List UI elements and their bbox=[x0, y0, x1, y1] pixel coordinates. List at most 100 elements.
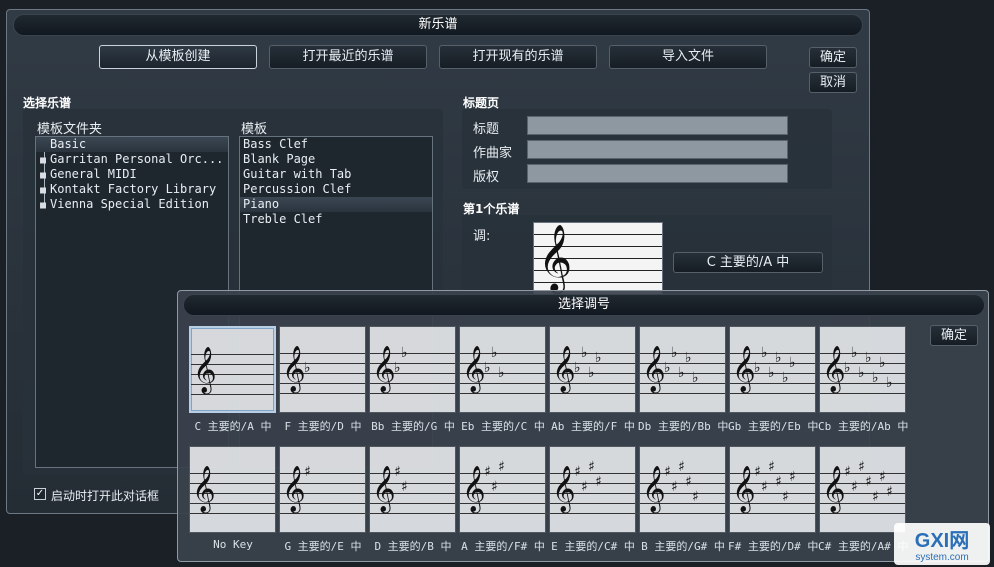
template-item[interactable]: Percussion Clef bbox=[240, 182, 432, 197]
folder-item[interactable]: Basic bbox=[36, 137, 228, 152]
cancel-button[interactable]: 取消 bbox=[809, 72, 857, 93]
flat-icon: ♭ bbox=[581, 345, 588, 361]
staff-line bbox=[280, 513, 365, 514]
key-option-sharp-3[interactable]: 𝄞 ♯ ♯ ♯ bbox=[459, 446, 546, 533]
key-option-flat-0[interactable]: 𝄞 bbox=[189, 326, 276, 413]
template-item[interactable]: Treble Clef bbox=[240, 212, 432, 227]
sharp-icon: ♯ bbox=[671, 479, 678, 495]
flat-icon: ♭ bbox=[692, 370, 699, 386]
staff-line bbox=[191, 394, 274, 395]
flat-icon: ♭ bbox=[304, 360, 311, 376]
treble-clef-icon: 𝄞 bbox=[822, 346, 846, 392]
flat-icon: ♭ bbox=[886, 375, 893, 391]
flat-icon: ♭ bbox=[498, 365, 505, 381]
key-option-sharp-1[interactable]: 𝄞 ♯ bbox=[279, 446, 366, 533]
sharp-icon: ♯ bbox=[851, 479, 858, 495]
folder-item[interactable]: ■ General MIDI bbox=[36, 167, 228, 182]
treble-clef-icon: 𝄞 bbox=[642, 346, 666, 392]
key-option-sharp-2[interactable]: 𝄞 ♯ ♯ bbox=[369, 446, 456, 533]
key-option-flat-3[interactable]: 𝄞 ♭ ♭ ♭ bbox=[459, 326, 546, 413]
startup-checkbox-label: 启动时打开此对话框 bbox=[51, 489, 160, 503]
tab-import-file[interactable]: 导入文件 bbox=[609, 45, 767, 69]
flat-icon: ♭ bbox=[588, 365, 595, 381]
flat-icon: ♭ bbox=[761, 345, 768, 361]
expand-icon[interactable]: ■ bbox=[40, 168, 46, 182]
treble-clef-icon: 𝄞 bbox=[462, 466, 486, 512]
treble-clef-icon: 𝄞 bbox=[822, 466, 846, 512]
key-option-flat-5[interactable]: 𝄞 ♭ ♭ ♭ ♭ ♭ bbox=[639, 326, 726, 413]
key-preview-staff[interactable]: 𝄞 bbox=[533, 222, 663, 300]
svg-text:GXI网: GXI网 bbox=[915, 530, 969, 552]
key-option-sharp-4[interactable]: 𝄞 ♯ ♯ ♯ ♯ bbox=[549, 446, 636, 533]
flat-icon: ♭ bbox=[851, 345, 858, 361]
treble-clef-icon: 𝄞 bbox=[372, 346, 396, 392]
expand-icon[interactable]: ■ bbox=[40, 183, 46, 197]
tab-open-existing[interactable]: 打开现有的乐谱 bbox=[439, 45, 597, 69]
treble-clef-icon: 𝄞 bbox=[642, 466, 666, 512]
treble-clef-icon: 𝄞 bbox=[193, 347, 217, 393]
folder-item[interactable]: ■ Vienna Special Edition bbox=[36, 197, 228, 212]
folder-item[interactable]: ■ Garritan Personal Orc... bbox=[36, 152, 228, 167]
watermark-logo: GXI网 system.com bbox=[894, 523, 990, 565]
sharp-icon: ♯ bbox=[491, 479, 498, 495]
sharp-icon: ♯ bbox=[685, 474, 692, 490]
key-signature-dialog: 选择调号 确定 𝄞 C 主要的/A 中 𝄞 ♭ F 主要的/D 中 𝄞 ♭ ♭ Bb 主要的/G… bbox=[177, 290, 989, 562]
sharp-icon: ♯ bbox=[664, 464, 671, 480]
key-signature-button[interactable]: C 主要的/A 中 bbox=[673, 252, 823, 273]
sharp-icon: ♯ bbox=[768, 459, 775, 475]
staff-line bbox=[550, 513, 635, 514]
template-item[interactable]: Piano bbox=[240, 197, 432, 212]
sharp-icon: ♯ bbox=[394, 464, 401, 480]
title-field[interactable] bbox=[527, 116, 788, 135]
sharp-icon: ♯ bbox=[754, 464, 761, 480]
tab-create-from-template[interactable]: 从模板创建 bbox=[99, 45, 257, 69]
sharp-icon: ♯ bbox=[858, 459, 865, 475]
treble-clef-icon: 𝄞 bbox=[732, 346, 756, 392]
template-item[interactable]: Guitar with Tab bbox=[240, 167, 432, 182]
expand-icon[interactable]: ■ bbox=[40, 198, 46, 212]
sharp-icon: ♯ bbox=[484, 464, 491, 480]
key-option-sharp-7[interactable]: 𝄞 ♯ ♯ ♯ ♯ ♯ ♯ ♯ bbox=[819, 446, 906, 533]
key-option-sharp-5[interactable]: 𝄞 ♯ ♯ ♯ ♯ ♯ bbox=[639, 446, 726, 533]
sharp-icon: ♯ bbox=[879, 469, 886, 485]
flat-icon: ♭ bbox=[754, 360, 761, 376]
key-option-flat-6[interactable]: 𝄞 ♭ ♭ ♭ ♭ ♭ ♭ bbox=[729, 326, 816, 413]
treble-clef-icon: 𝄞 bbox=[552, 346, 576, 392]
composer-field[interactable] bbox=[527, 140, 788, 159]
staff-line bbox=[190, 513, 275, 514]
key-option-flat-1[interactable]: 𝄞 ♭ bbox=[279, 326, 366, 413]
expand-icon[interactable]: ■ bbox=[40, 153, 46, 167]
key-option-label: B 主要的/G# 中 bbox=[641, 540, 725, 553]
flat-icon: ♭ bbox=[574, 360, 581, 376]
key-option-label: No Key bbox=[213, 538, 253, 551]
flat-icon: ♭ bbox=[872, 370, 879, 386]
template-item[interactable]: Blank Page bbox=[240, 152, 432, 167]
tab-open-recent[interactable]: 打开最近的乐谱 bbox=[269, 45, 427, 69]
staff-line bbox=[370, 393, 455, 394]
flat-icon: ♭ bbox=[678, 365, 685, 381]
key-option-sharp-6[interactable]: 𝄞 ♯ ♯ ♯ ♯ ♯ ♯ bbox=[729, 446, 816, 533]
staff-line bbox=[730, 393, 815, 394]
flat-icon: ♭ bbox=[484, 360, 491, 376]
key-option-flat-7[interactable]: 𝄞 ♭ ♭ ♭ ♭ ♭ ♭ ♭ bbox=[819, 326, 906, 413]
staff-line bbox=[460, 393, 545, 394]
copyright-field[interactable] bbox=[527, 164, 788, 183]
treble-clef-icon: 𝄞 bbox=[552, 466, 576, 512]
ok-button[interactable]: 确定 bbox=[809, 47, 857, 68]
startup-checkbox[interactable]: ✓ bbox=[34, 488, 46, 500]
treble-clef-icon: 𝄞 bbox=[282, 346, 306, 392]
sharp-icon: ♯ bbox=[498, 459, 505, 475]
sharp-icon: ♯ bbox=[844, 464, 851, 480]
folder-item[interactable]: ■ Kontakt Factory Library bbox=[36, 182, 228, 197]
flat-icon: ♭ bbox=[858, 365, 865, 381]
sharp-icon: ♯ bbox=[782, 489, 789, 505]
key-option-flat-2[interactable]: 𝄞 ♭ ♭ bbox=[369, 326, 456, 413]
key-dialog-ok-button[interactable]: 确定 bbox=[930, 325, 978, 346]
sharp-icon: ♯ bbox=[401, 479, 408, 495]
key-option-flat-4[interactable]: 𝄞 ♭ ♭ ♭ ♭ bbox=[549, 326, 636, 413]
template-item[interactable]: Bass Clef bbox=[240, 137, 432, 152]
flat-icon: ♭ bbox=[879, 355, 886, 371]
staff-line bbox=[640, 513, 725, 514]
key-option-sharp-0[interactable]: 𝄞 bbox=[189, 446, 276, 533]
key-option-label: Db 主要的/Bb 中 bbox=[638, 420, 729, 433]
